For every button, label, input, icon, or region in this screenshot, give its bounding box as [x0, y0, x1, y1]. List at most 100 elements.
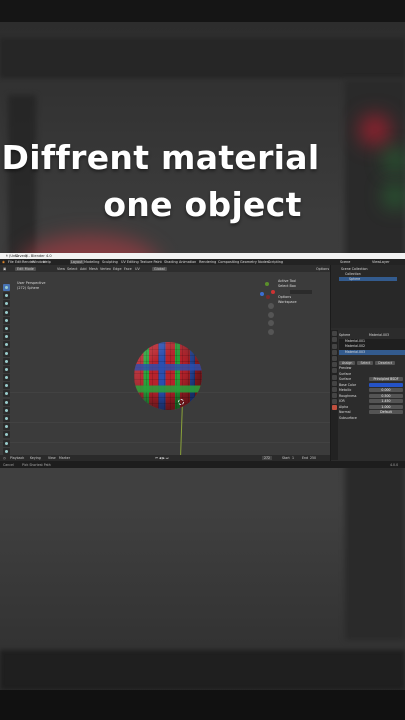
window-controls[interactable]: – ☐ ✕: [6, 254, 402, 258]
alpha-field[interactable]: 1.000: [369, 404, 403, 409]
assign-button[interactable]: Assign: [339, 360, 356, 365]
menu-vertex[interactable]: Vertex: [100, 267, 111, 271]
shrink-tool[interactable]: [3, 431, 10, 439]
properties-object-name: Sphere: [339, 333, 351, 337]
extrude-tool[interactable]: [3, 357, 10, 365]
spin-tool[interactable]: [3, 406, 10, 414]
tab-uv-editing[interactable]: UV Editing: [121, 260, 139, 264]
measure-tool[interactable]: [3, 341, 10, 349]
output-tab-icon[interactable]: [332, 343, 337, 349]
deselect-button[interactable]: Deselect: [375, 360, 396, 365]
cursor-tool[interactable]: [3, 292, 10, 300]
tab-animation[interactable]: Animation: [179, 260, 196, 264]
transform-tool[interactable]: [3, 324, 10, 332]
select-button[interactable]: Select: [357, 360, 374, 365]
menu-help[interactable]: Help: [43, 260, 51, 264]
timeline-view[interactable]: View: [48, 456, 56, 460]
tab-rendering[interactable]: Rendering: [199, 260, 216, 264]
add-cube-tool[interactable]: [3, 349, 10, 357]
tab-layout[interactable]: Layout: [70, 260, 84, 264]
constraints-tab-icon[interactable]: [332, 393, 337, 399]
modifier-tab-icon[interactable]: [332, 374, 337, 380]
scene-tab-icon[interactable]: [332, 355, 337, 361]
data-tab-icon[interactable]: [332, 399, 337, 405]
navigation-gizmo[interactable]: [258, 282, 276, 300]
metallic-label: Metallic: [339, 388, 352, 392]
playback-controls[interactable]: ⏮ ◀ ▶ ⏭: [155, 456, 169, 460]
tab-scripting[interactable]: Scripting: [268, 260, 283, 264]
rip-tool[interactable]: [3, 447, 10, 455]
options-menu[interactable]: Options: [316, 267, 329, 271]
tab-modeling[interactable]: Modeling: [84, 260, 99, 264]
tab-geometry-nodes[interactable]: Geometry Nodes: [240, 260, 269, 264]
current-frame-field[interactable]: 272: [262, 456, 273, 460]
outliner-row-selected[interactable]: Sphere: [339, 277, 397, 281]
timeline-playback[interactable]: Playback: [10, 456, 24, 460]
base-color-swatch[interactable]: [369, 382, 403, 387]
subsurface-panel[interactable]: Subsurface: [339, 416, 405, 422]
tab-compositing[interactable]: Compositing: [218, 260, 239, 264]
end-frame-value[interactable]: 250: [310, 456, 316, 460]
menu-select[interactable]: Select: [67, 267, 77, 271]
camera-icon[interactable]: [268, 320, 274, 326]
start-frame-value[interactable]: 1: [292, 456, 294, 460]
menu-view[interactable]: View: [57, 267, 65, 271]
view-layer-selector[interactable]: ViewLayer: [372, 260, 390, 264]
poly-build-tool[interactable]: [3, 398, 10, 406]
menu-uv[interactable]: UV: [135, 267, 140, 271]
annotate-tool[interactable]: [3, 333, 10, 341]
grid-icon[interactable]: [268, 328, 274, 335]
loop-cut-tool[interactable]: [3, 382, 10, 390]
tab-texture-paint[interactable]: Texture Paint: [140, 260, 162, 264]
timeline-keying[interactable]: Keying: [30, 456, 41, 460]
physics-tab-icon[interactable]: [332, 386, 337, 392]
editor-type-icon[interactable]: ▣: [3, 267, 6, 271]
menu-edge[interactable]: Edge: [113, 267, 122, 271]
outliner-scene-collection[interactable]: Scene Collection: [341, 267, 368, 271]
normal-field[interactable]: Default: [369, 410, 403, 414]
inset-tool[interactable]: [3, 365, 10, 373]
move-tool[interactable]: [3, 300, 10, 308]
knife-tool[interactable]: [3, 390, 10, 398]
tab-sculpting[interactable]: Sculpting: [102, 260, 118, 264]
sphere-object[interactable]: [134, 342, 202, 410]
tool-tab-icon[interactable]: [332, 331, 337, 337]
outliner[interactable]: Scene Collection Collection Sphere: [331, 265, 405, 328]
pan-hand-icon[interactable]: [268, 311, 274, 318]
zoom-icon[interactable]: [268, 303, 274, 309]
menu-edit[interactable]: Edit: [15, 260, 22, 264]
material-tab-icon[interactable]: [332, 405, 337, 411]
workspace-section[interactable]: Workspace: [278, 300, 326, 305]
smooth-tool[interactable]: [3, 415, 10, 422]
world-tab-icon[interactable]: [332, 362, 337, 368]
metallic-field[interactable]: 0.000: [369, 388, 403, 392]
shear-tool[interactable]: [3, 439, 10, 447]
scale-tool[interactable]: [3, 316, 10, 324]
transform-orientation[interactable]: Global: [152, 266, 167, 271]
3d-viewport[interactable]: User Perspective (272) Sphere Active Too…: [0, 272, 330, 455]
menu-face[interactable]: Face: [124, 267, 132, 271]
render-tab-icon[interactable]: [332, 337, 337, 343]
tab-shading[interactable]: Shading: [164, 260, 178, 264]
timeline-marker[interactable]: Marker: [59, 456, 70, 460]
menu-mesh[interactable]: Mesh: [89, 267, 98, 271]
menu-add[interactable]: Add: [80, 267, 87, 271]
rotate-tool[interactable]: [3, 308, 10, 316]
timeline-editor-icon[interactable]: ◷: [3, 456, 6, 460]
properties-tabs: [331, 330, 338, 460]
surface-shader-field[interactable]: Principled BSDF: [369, 377, 403, 381]
ior-field[interactable]: 1.450: [369, 399, 403, 403]
outliner-collection[interactable]: Collection: [345, 272, 361, 276]
select-mode-buttons[interactable]: [290, 289, 312, 294]
particles-tab-icon[interactable]: [332, 380, 337, 386]
scene-selector[interactable]: Scene: [340, 260, 350, 264]
mode-selector[interactable]: Edit Mode: [15, 266, 36, 271]
bevel-tool[interactable]: [3, 374, 10, 382]
object-tab-icon[interactable]: [332, 368, 337, 374]
blender-logo-icon[interactable]: ◉: [2, 260, 5, 264]
roughness-field[interactable]: 0.500: [369, 393, 403, 398]
view-layer-tab-icon[interactable]: [332, 349, 337, 355]
edge-slide-tool[interactable]: [3, 423, 10, 431]
menu-file[interactable]: File: [8, 260, 14, 264]
select-box-tool[interactable]: [3, 284, 10, 291]
